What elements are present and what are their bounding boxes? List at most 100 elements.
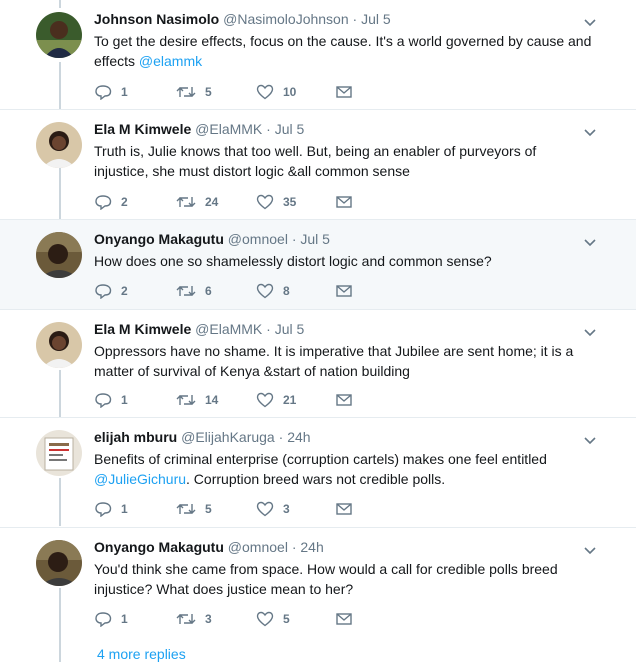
avatar-elijah-image xyxy=(36,430,82,476)
chevron-down-icon[interactable] xyxy=(584,234,596,252)
chevron-down-icon[interactable] xyxy=(584,432,596,450)
tweet-text: You'd think she came from space. How wou… xyxy=(94,559,594,599)
display-name[interactable]: Onyango Makagutu xyxy=(94,231,224,247)
tweet[interactable]: Ela M Kimwele @ElaMMK · Jul 5 Oppressors… xyxy=(0,310,636,418)
retweet-icon xyxy=(176,395,196,405)
user-handle[interactable]: @NasimoloJohnson xyxy=(223,11,349,27)
display-name[interactable]: elijah mburu xyxy=(94,429,177,445)
display-name[interactable]: Ela M Kimwele xyxy=(94,121,191,137)
avatar[interactable] xyxy=(36,12,82,58)
reply-count: 1 xyxy=(121,612,128,626)
user-handle[interactable]: @omnoel xyxy=(228,231,288,247)
retweet-icon xyxy=(176,87,196,97)
heart-icon xyxy=(256,611,274,627)
envelope-icon xyxy=(336,613,352,625)
tweet-text: To get the desire effects, focus on the … xyxy=(94,31,594,71)
avatar-johnson-image xyxy=(36,12,82,58)
retweet-button[interactable]: 3 xyxy=(176,611,212,627)
chevron-down-icon[interactable] xyxy=(584,14,596,32)
timestamp[interactable]: 24h xyxy=(300,539,323,555)
tweet-text-tail: . Corruption breed wars not credible pol… xyxy=(186,471,446,487)
like-button[interactable]: 10 xyxy=(256,84,296,100)
tweet[interactable]: Onyango Makagutu @omnoel · 24h You'd thi… xyxy=(0,528,636,638)
direct-message-button[interactable] xyxy=(336,611,352,627)
avatar-onyango-image xyxy=(36,540,82,586)
user-handle[interactable]: @ElijahKaruga xyxy=(181,429,275,445)
reply-icon xyxy=(95,195,112,210)
reply-count: 1 xyxy=(121,85,128,99)
retweet-button[interactable]: 6 xyxy=(176,283,212,299)
display-name[interactable]: Johnson Nasimolo xyxy=(94,11,219,27)
heart-icon xyxy=(256,392,274,408)
like-count: 3 xyxy=(283,502,290,516)
retweet-icon xyxy=(176,504,196,514)
retweet-button[interactable]: 5 xyxy=(176,501,212,517)
tweet-text: Truth is, Julie knows that too well. But… xyxy=(94,141,594,181)
more-replies-link[interactable]: 4 more replies xyxy=(97,646,186,662)
like-button[interactable]: 35 xyxy=(256,194,296,210)
tweet[interactable]: Johnson Nasimolo @NasimoloJohnson · Jul … xyxy=(0,0,636,110)
user-handle[interactable]: @ElaMMK xyxy=(195,121,262,137)
direct-message-button[interactable] xyxy=(336,501,352,517)
chevron-down-icon[interactable] xyxy=(584,324,596,342)
retweet-icon xyxy=(176,286,196,296)
envelope-icon xyxy=(336,285,352,297)
direct-message-button[interactable] xyxy=(336,283,352,299)
avatar[interactable] xyxy=(36,322,82,368)
reply-count: 1 xyxy=(121,393,128,407)
mention-link[interactable]: @elammk xyxy=(139,53,202,69)
user-handle[interactable]: @ElaMMK xyxy=(195,321,262,337)
reply-icon xyxy=(95,284,112,299)
display-name[interactable]: Onyango Makagutu xyxy=(94,539,224,555)
tweet-text-body: Oppressors have no shame. It is imperati… xyxy=(94,343,574,379)
reply-button[interactable]: 2 xyxy=(94,194,128,210)
retweet-button[interactable]: 24 xyxy=(176,194,218,210)
user-handle[interactable]: @omnoel xyxy=(228,539,288,555)
direct-message-button[interactable] xyxy=(336,194,352,210)
retweet-count: 3 xyxy=(205,612,212,626)
like-button[interactable]: 8 xyxy=(256,283,290,299)
timestamp[interactable]: Jul 5 xyxy=(300,231,330,247)
reply-button[interactable]: 1 xyxy=(94,501,128,517)
reply-button[interactable]: 1 xyxy=(94,84,128,100)
retweet-icon xyxy=(176,614,196,624)
like-button[interactable]: 5 xyxy=(256,611,290,627)
avatar[interactable] xyxy=(36,540,82,586)
timestamp[interactable]: Jul 5 xyxy=(275,121,305,137)
mention-link[interactable]: @JulieGichuru xyxy=(94,471,186,487)
timestamp[interactable]: Jul 5 xyxy=(275,321,305,337)
retweet-button[interactable]: 5 xyxy=(176,84,212,100)
tweet[interactable]: Onyango Makagutu @omnoel · Jul 5 How doe… xyxy=(0,220,636,310)
envelope-icon xyxy=(336,196,352,208)
like-button[interactable]: 3 xyxy=(256,501,290,517)
tweet[interactable]: Ela M Kimwele @ElaMMK · Jul 5 Truth is, … xyxy=(0,110,636,220)
retweet-count: 6 xyxy=(205,284,212,298)
tweet[interactable]: elijah mburu @ElijahKaruga · 24h Benefit… xyxy=(0,418,636,528)
tweet-header: Johnson Nasimolo @NasimoloJohnson · Jul … xyxy=(94,10,391,28)
reply-button[interactable]: 1 xyxy=(94,392,128,408)
retweet-button[interactable]: 14 xyxy=(176,392,218,408)
chevron-down-icon[interactable] xyxy=(584,542,596,560)
avatar[interactable] xyxy=(36,430,82,476)
tweet-header: Onyango Makagutu @omnoel · Jul 5 xyxy=(94,230,330,248)
tweet-text: Benefits of criminal enterprise (corrupt… xyxy=(94,449,594,489)
like-button[interactable]: 21 xyxy=(256,392,296,408)
reply-button[interactable]: 1 xyxy=(94,611,128,627)
timestamp[interactable]: 24h xyxy=(287,429,310,445)
direct-message-button[interactable] xyxy=(336,84,352,100)
like-count: 8 xyxy=(283,284,290,298)
timestamp[interactable]: Jul 5 xyxy=(361,11,391,27)
display-name[interactable]: Ela M Kimwele xyxy=(94,321,191,337)
direct-message-button[interactable] xyxy=(336,392,352,408)
avatar[interactable] xyxy=(36,232,82,278)
avatar[interactable] xyxy=(36,122,82,168)
dot-separator: · xyxy=(266,121,271,137)
tweet-header: Ela M Kimwele @ElaMMK · Jul 5 xyxy=(94,120,304,138)
retweet-icon xyxy=(176,197,196,207)
like-count: 5 xyxy=(283,612,290,626)
tweet-text: How does one so shamelessly distort logi… xyxy=(94,251,594,271)
chevron-down-icon[interactable] xyxy=(584,124,596,142)
tweet-header: Ela M Kimwele @ElaMMK · Jul 5 xyxy=(94,320,304,338)
envelope-icon xyxy=(336,86,352,98)
reply-button[interactable]: 2 xyxy=(94,283,128,299)
